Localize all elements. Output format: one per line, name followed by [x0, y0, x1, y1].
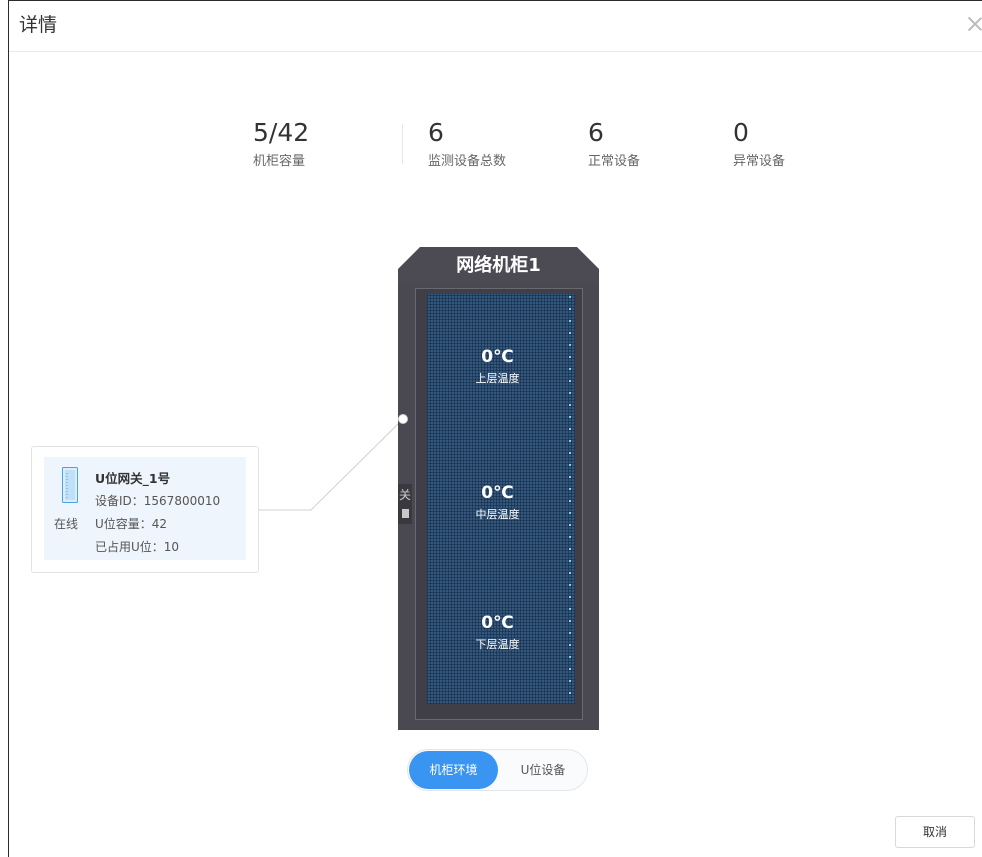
cabinet-name: 网络机柜1 — [456, 255, 541, 276]
gateway-device-icon — [62, 467, 78, 503]
stat-label: 机柜容量 — [253, 154, 306, 169]
tab-u-devices[interactable]: U位设备 — [500, 751, 586, 789]
temp-value: 0℃ — [481, 347, 514, 367]
temp-value: 0℃ — [481, 613, 514, 633]
connector-dot — [398, 414, 408, 424]
stat-monitored-devices: 6 监测设备总数 — [428, 118, 506, 169]
dialog-header: 详情 — [9, 1, 982, 52]
gateway-name: U位网关_1号 — [95, 471, 171, 486]
stat-value: 6 — [588, 118, 604, 147]
stat-label: 异常设备 — [733, 154, 786, 169]
cancel-button[interactable]: 取消 — [895, 816, 975, 848]
dialog-title: 详情 — [19, 14, 58, 36]
tab-cabinet-environment[interactable]: 机柜环境 — [409, 751, 498, 789]
stat-label: 监测设备总数 — [428, 154, 507, 169]
stat-abnormal-devices: 0 异常设备 — [733, 118, 785, 169]
stat-value: 0 — [733, 118, 749, 147]
gateway-capacity: U位容量：42 — [95, 517, 168, 531]
stat-normal-devices: 6 正常设备 — [588, 118, 640, 169]
temp-upper: 0℃ 上层温度 — [440, 347, 555, 386]
door-switch-indicator — [402, 509, 409, 518]
gateway-used: 已占用U位：10 — [95, 540, 180, 554]
temp-label: 中层温度 — [475, 508, 520, 521]
close-icon[interactable] — [966, 15, 982, 33]
stat-cabinet-capacity: 5/42 机柜容量 — [253, 118, 309, 169]
rack-indicator-leds — [569, 296, 571, 702]
stat-divider — [402, 124, 403, 164]
temp-middle: 0℃ 中层温度 — [440, 483, 555, 522]
gateway-device-id: 设备ID：1567800010 — [95, 494, 221, 508]
gateway-status: 在线 — [54, 517, 79, 531]
temp-label: 上层温度 — [475, 372, 520, 385]
door-switch-label: 关 — [399, 488, 412, 502]
stat-value: 6 — [428, 118, 444, 147]
stat-value: 5/42 — [253, 118, 310, 147]
temp-label: 下层温度 — [475, 638, 520, 651]
temp-value: 0℃ — [481, 483, 514, 503]
stat-label: 正常设备 — [588, 154, 641, 169]
temp-lower: 0℃ 下层温度 — [440, 613, 555, 652]
